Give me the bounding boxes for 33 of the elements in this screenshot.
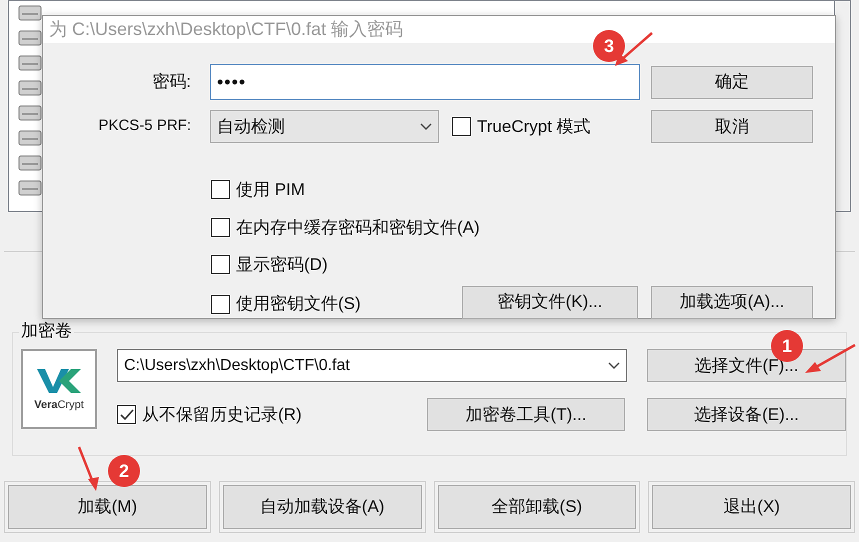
checkbox[interactable] — [211, 218, 230, 237]
cancel-button[interactable]: 取消 — [651, 110, 813, 143]
keyfiles-button[interactable]: 密钥文件(K)... — [462, 286, 638, 318]
checkbox-label: 显示密码(D) — [236, 254, 328, 276]
prf-dropdown[interactable]: 自动检测 — [210, 110, 439, 143]
path-combobox[interactable]: C:\Users\zxh\Desktop\CTF\0.fat — [117, 349, 627, 382]
window-title: 为 C:\Users\zxh\Desktop\CTF\0.fat 输入密码 — [49, 18, 404, 41]
checkbox-label: TrueCrypt 模式 — [477, 116, 591, 138]
checkbox[interactable] — [211, 294, 230, 314]
select-device-button[interactable]: 选择设备(E)... — [647, 398, 846, 431]
checkbox-label: 从不保留历史记录(R) — [142, 404, 302, 426]
checkbox-label: 使用 PIM — [236, 179, 305, 201]
checkmark-icon — [120, 408, 134, 420]
scrollbar[interactable] — [835, 0, 851, 212]
ok-button[interactable]: 确定 — [651, 66, 813, 98]
chevron-down-icon — [608, 362, 620, 370]
annotation-arrow — [76, 445, 100, 493]
checkbox-label: 使用密钥文件(S) — [236, 293, 361, 316]
mount-options-button[interactable]: 加载选项(A)... — [651, 286, 813, 318]
annotation-arrow — [803, 343, 857, 375]
group-title: 加密卷 — [19, 321, 74, 341]
password-field[interactable]: •••• — [210, 64, 640, 100]
checkbox[interactable] — [452, 117, 471, 136]
field-label: 密码: — [151, 71, 191, 94]
logo-text: VeraCrypt — [34, 398, 84, 413]
checkbox[interactable] — [211, 180, 230, 200]
checkbox-label: 在内存中缓存密码和密钥文件(A) — [236, 216, 480, 238]
field-label: PKCS-5 PRF: — [97, 116, 191, 136]
checkbox[interactable] — [211, 255, 230, 274]
annotation-arrow — [612, 31, 654, 69]
volume-tools-button[interactable]: 加密卷工具(T)... — [427, 398, 625, 431]
checkbox[interactable] — [117, 405, 136, 424]
chevron-down-icon — [420, 122, 432, 130]
